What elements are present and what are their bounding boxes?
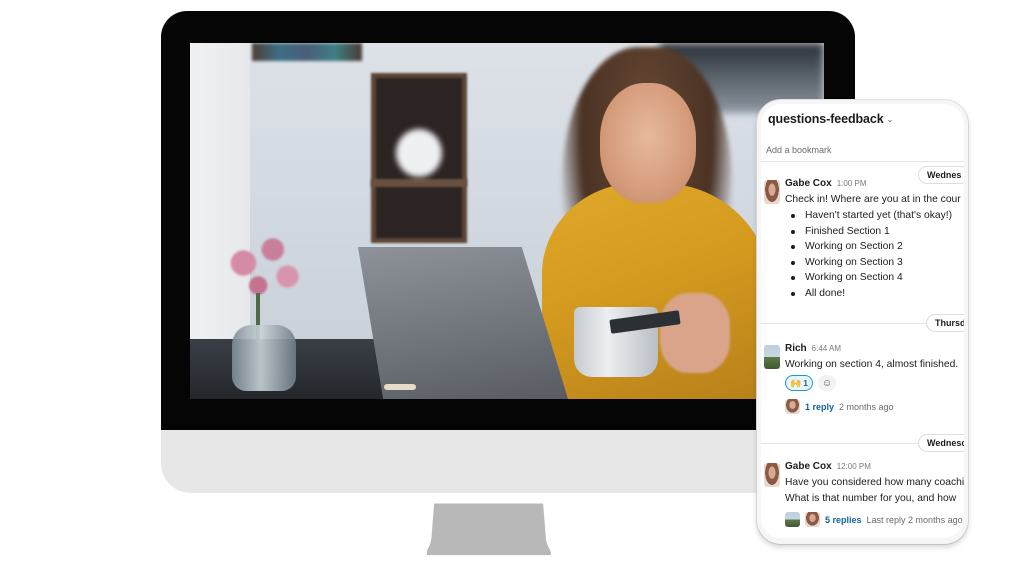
photo-vase [232,325,296,391]
message-author[interactable]: Gabe Cox 12:00 PM [785,461,871,472]
reply-avatar [785,512,800,527]
phone-mockup: questions-feedback ⌄ Add a bookmark Wedn… [757,100,968,544]
message-text: Working on section 4, almost finished. [785,359,959,370]
message-text-line: Have you considered how many coachi [785,477,964,488]
author-name[interactable]: Rich [785,343,807,354]
reply-avatar [785,399,800,414]
reply-avatar [805,512,820,527]
avatar[interactable] [764,180,780,204]
bullet-item: Working on Section 3 [789,255,952,271]
thread-summary[interactable]: 1 reply 2 months ago [785,399,894,414]
last-reply-time: 2 months ago [839,401,894,412]
photo-hand [660,293,730,373]
message-text: Check in! Where are you at in the cour [785,194,961,205]
bullet-item: All done! [789,286,952,302]
message-author[interactable]: Gabe Cox 1:00 PM [785,178,866,189]
bullet-item: Working on Section 2 [789,239,952,255]
raised-hands-icon: 🙌 [790,377,802,388]
message-time: 1:00 PM [836,179,867,188]
monitor-stand [427,503,552,556]
replies-link[interactable]: 5 replies [825,515,862,525]
desktop-monitor [161,11,855,493]
channel-header[interactable]: questions-feedback ⌄ [768,112,893,126]
monitor-chin [161,430,855,493]
photo-pen [384,384,416,390]
replies-link[interactable]: 1 reply [805,402,834,412]
message-time: 6:44 AM [811,344,842,353]
channel-name[interactable]: questions-feedback [768,112,884,126]
add-reaction-icon[interactable]: ☺ [817,375,836,391]
add-bookmark-button[interactable]: Add a bookmark [766,145,832,155]
last-reply-time: Last reply 2 months ago [866,514,963,525]
photo-shelf-board [371,179,467,187]
reactions-bar: 🙌 1 ☺ [785,375,836,391]
avatar[interactable] [764,345,780,369]
thread-summary[interactable]: 5 replies Last reply 2 months ago [785,512,963,527]
chevron-down-icon[interactable]: ⌄ [887,115,894,124]
message-time: 12:00 PM [836,462,871,471]
photo-woman-face [600,83,696,203]
reaction-raised-hands[interactable]: 🙌 1 [785,375,813,391]
bullet-item: Finished Section 1 [789,224,952,240]
date-divider-pill[interactable]: Wednes [918,166,964,184]
message-bullet-list: Haven't started yet (that's okay!) Finis… [789,208,952,302]
photo-shelf-ornament [396,129,442,177]
bullet-item: Haven't started yet (that's okay!) [789,208,952,224]
bullet-item: Working on Section 4 [789,270,952,286]
message-author[interactable]: Rich 6:44 AM [785,343,841,354]
author-name[interactable]: Gabe Cox [785,461,832,472]
author-name[interactable]: Gabe Cox [785,178,832,189]
date-divider-pill[interactable]: Thursd [926,314,964,332]
photo-flowers [214,227,312,317]
photo-shelf-books [252,43,362,61]
avatar[interactable] [764,463,780,487]
date-divider-pill[interactable]: Wednesc [918,434,964,452]
header-divider [761,161,964,162]
reaction-count: 1 [803,378,808,388]
monitor-screen-photo [190,43,824,399]
message-text-line: What is that number for you, and how [785,493,957,504]
channel-view: questions-feedback ⌄ Add a bookmark Wedn… [761,104,964,538]
